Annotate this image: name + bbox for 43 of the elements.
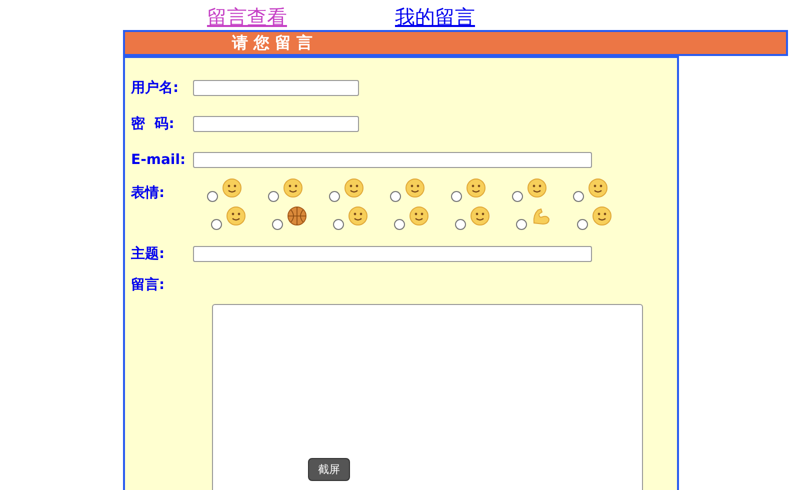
tooltip: 截屏 xyxy=(308,458,350,481)
smiley-icon xyxy=(527,178,547,198)
smiley-icon xyxy=(466,178,486,198)
radio-button[interactable] xyxy=(329,191,340,202)
field-label: 主题: xyxy=(131,245,166,263)
nav-link[interactable]: 我的留言 xyxy=(395,4,475,30)
radio-button[interactable] xyxy=(333,219,344,230)
smiley-icon xyxy=(226,206,246,226)
field-label: E-mail: xyxy=(131,152,187,168)
smiley-icon xyxy=(405,178,425,198)
radio-button[interactable] xyxy=(516,219,527,230)
radio-button[interactable] xyxy=(268,191,279,202)
radio-button[interactable] xyxy=(207,191,218,202)
radio-button[interactable] xyxy=(390,191,401,202)
input-field[interactable] xyxy=(193,246,592,262)
radio-button[interactable] xyxy=(573,191,584,202)
smiley-icon xyxy=(222,178,242,198)
basketball-icon xyxy=(287,206,307,226)
field-label: 用户名: xyxy=(131,79,180,97)
field-label: 留言: xyxy=(131,276,166,294)
smiley-icon xyxy=(409,206,429,226)
radio-button[interactable] xyxy=(451,191,462,202)
smiley-icon xyxy=(470,206,490,226)
nav-link[interactable]: 留言查看 xyxy=(207,4,287,30)
radio-button[interactable] xyxy=(272,219,283,230)
flexed-arm-icon xyxy=(531,206,551,226)
smiley-icon xyxy=(588,178,608,198)
smiley-icon xyxy=(344,178,364,198)
form-title: 请 您 留 言 xyxy=(232,32,313,54)
radio-button[interactable] xyxy=(577,219,588,230)
radio-button[interactable] xyxy=(211,219,222,230)
radio-button[interactable] xyxy=(512,191,523,202)
smiley-icon xyxy=(283,178,303,198)
field-label: 表情: xyxy=(131,184,166,202)
message-textarea[interactable] xyxy=(212,304,643,490)
radio-button[interactable] xyxy=(394,219,405,230)
input-field[interactable] xyxy=(193,152,592,168)
smiley-icon xyxy=(348,206,368,226)
field-label: 密 码: xyxy=(131,115,176,133)
smiley-icon xyxy=(592,206,612,226)
input-field[interactable] xyxy=(193,80,359,96)
input-field[interactable] xyxy=(193,116,359,132)
radio-button[interactable] xyxy=(455,219,466,230)
